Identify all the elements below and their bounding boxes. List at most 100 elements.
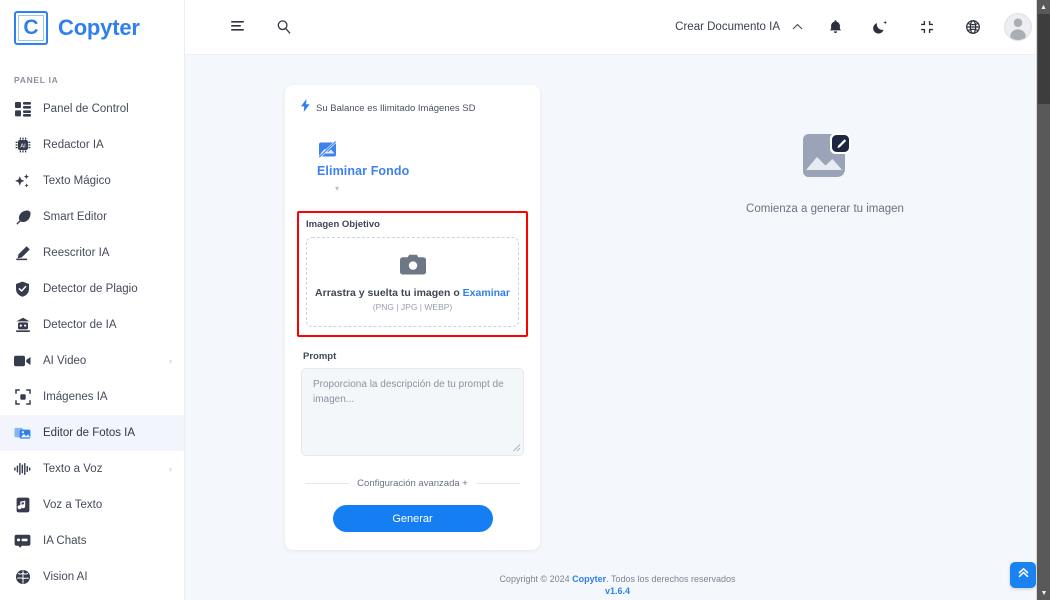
dropzone-main-text: Arrastra y suelta tu imagen o Examinar bbox=[315, 287, 510, 299]
sidebar-item-label: Vision AI bbox=[43, 571, 88, 583]
resize-handle-icon[interactable] bbox=[512, 443, 521, 454]
topbar: Crear Documento IA bbox=[185, 0, 1050, 55]
svg-text:AI: AI bbox=[20, 143, 26, 149]
sidebar-item-vision-ai[interactable]: Vision AI bbox=[0, 559, 184, 595]
sidebar-item-label: Texto a Voz bbox=[43, 463, 103, 475]
sidebar-section-label: PANEL IA bbox=[14, 75, 59, 85]
dashboard-icon bbox=[14, 101, 31, 118]
brand-logo[interactable]: C Copyter bbox=[0, 0, 184, 55]
chevron-right-icon: › bbox=[169, 463, 172, 474]
sidebar-item-label: Imágenes IA bbox=[43, 391, 108, 403]
sidebar-item-label: Detector de IA bbox=[43, 319, 117, 331]
version-label: v1.6.4 bbox=[604, 586, 631, 596]
sidebar-item-label: Texto Mágico bbox=[43, 175, 111, 187]
preview-placeholder-text: Comienza a generar tu imagen bbox=[746, 203, 904, 215]
remove-background-icon bbox=[317, 139, 338, 160]
image-dropzone[interactable]: Arrastra y suelta tu imagen o Examinar (… bbox=[306, 237, 519, 327]
copyright-text: Copyright © 2024 Copyter. Todos los dere… bbox=[185, 574, 1050, 584]
chevron-down-icon[interactable]: ▾ bbox=[317, 184, 524, 193]
sidebar-item-label: Detector de Plagio bbox=[43, 283, 138, 295]
balance-row: Su Balance es Ilimitado Imágenes SD bbox=[301, 99, 524, 117]
chevron-right-icon: › bbox=[169, 355, 172, 366]
content-inner: Su Balance es Ilimitado Imágenes SD Elim… bbox=[185, 55, 1050, 574]
preview-panel: Comienza a generar tu imagen bbox=[600, 85, 1050, 215]
camera-icon bbox=[315, 254, 510, 280]
photo-edit-icon bbox=[14, 425, 31, 442]
scrollbar-down-arrow[interactable]: ▼ bbox=[1037, 586, 1050, 600]
sidebar-item-label: AI Video bbox=[43, 355, 87, 367]
copyright-suffix: . Todos los derechos reservados bbox=[606, 574, 736, 584]
pencil-icon bbox=[14, 245, 31, 262]
bell-icon[interactable] bbox=[820, 12, 850, 42]
sidebar-item-reescritor-ia[interactable]: Reescritor IA bbox=[0, 235, 184, 271]
chat-icon bbox=[14, 533, 31, 550]
shield-check-icon bbox=[14, 281, 31, 298]
scrollbar-thumb[interactable] bbox=[1038, 14, 1050, 104]
create-document-button[interactable]: Crear Documento IA bbox=[675, 21, 780, 33]
menu-icon[interactable] bbox=[223, 12, 253, 42]
feather-icon bbox=[14, 209, 31, 226]
footer: Copyright © 2024 Copyter. Todos los dere… bbox=[185, 574, 1050, 600]
topbar-actions bbox=[820, 12, 1032, 42]
globe-icon[interactable] bbox=[958, 12, 988, 42]
search-icon[interactable] bbox=[269, 12, 299, 42]
waveform-icon bbox=[14, 461, 31, 478]
brain-icon bbox=[14, 569, 31, 586]
advanced-settings-label[interactable]: Configuración avanzada + bbox=[357, 478, 468, 489]
sidebar-item-voz-a-texto[interactable]: Voz a Texto bbox=[0, 487, 184, 523]
sidebar-item-texto-m-gico[interactable]: Texto Mágico bbox=[0, 163, 184, 199]
scroll-to-top-button[interactable] bbox=[1010, 562, 1036, 588]
sidebar-item-detector-de-plagio[interactable]: Detector de Plagio bbox=[0, 271, 184, 307]
bolt-icon bbox=[301, 99, 310, 117]
browse-link[interactable]: Examinar bbox=[463, 287, 510, 299]
audio-file-icon bbox=[14, 497, 31, 514]
user-avatar[interactable] bbox=[1004, 13, 1032, 41]
prompt-input[interactable]: Proporciona la descripción de tu prompt … bbox=[301, 368, 524, 456]
moon-icon[interactable] bbox=[866, 12, 896, 42]
advanced-settings-row[interactable]: Configuración avanzada + bbox=[305, 478, 520, 489]
sidebar: C Copyter PANEL IA Panel de Control AI Red… bbox=[0, 0, 185, 600]
sidebar-item-label: Editor de Fotos IA bbox=[43, 427, 136, 439]
divider-left bbox=[305, 483, 350, 484]
content-region: Su Balance es Ilimitado Imágenes SD Elim… bbox=[185, 55, 1050, 600]
sidebar-item-texto-a-voz[interactable]: Texto a Voz › bbox=[0, 451, 184, 487]
brand-mark-letter: C bbox=[23, 16, 39, 39]
sidebar-item-label: Voz a Texto bbox=[43, 499, 103, 511]
page-scrollbar[interactable]: ▲ ▼ bbox=[1036, 0, 1050, 600]
sidebar-item-ai-video[interactable]: AI Video › bbox=[0, 343, 184, 379]
chevron-double-up-icon bbox=[1017, 566, 1030, 584]
sidebar-nav: Panel de Control AI Redactor IA Texto Mágic… bbox=[0, 91, 184, 595]
sidebar-item-label: IA Chats bbox=[43, 535, 87, 547]
chip-ai-icon: AI bbox=[14, 137, 31, 154]
sidebar-item-label: Smart Editor bbox=[43, 211, 107, 223]
prompt-placeholder: Proporciona la descripción de tu prompt … bbox=[313, 379, 504, 405]
sidebar-item-label: Panel de Control bbox=[43, 103, 129, 115]
generate-button[interactable]: Generar bbox=[332, 505, 493, 532]
sidebar-item-ia-chats[interactable]: IA Chats bbox=[0, 523, 184, 559]
sparkles-icon bbox=[14, 173, 31, 190]
copyright-prefix: Copyright © 2024 bbox=[499, 574, 573, 584]
scrollbar-up-arrow[interactable]: ▲ bbox=[1037, 0, 1050, 14]
sidebar-item-panel-de-control[interactable]: Panel de Control bbox=[0, 91, 184, 127]
sidebar-item-im-genes-ia[interactable]: Imágenes IA bbox=[0, 379, 184, 415]
sidebar-item-redactor-ia[interactable]: AI Redactor IA bbox=[0, 127, 184, 163]
active-tool-block[interactable]: Eliminar Fondo ▾ bbox=[301, 139, 524, 193]
robot-icon bbox=[14, 317, 31, 334]
sidebar-item-detector-de-ia[interactable]: Detector de IA bbox=[0, 307, 184, 343]
sidebar-item-smart-editor[interactable]: Smart Editor bbox=[0, 199, 184, 235]
prompt-label: Prompt bbox=[303, 351, 337, 362]
tool-panel-card: Su Balance es Ilimitado Imágenes SD Elim… bbox=[285, 85, 540, 550]
target-image-label: Imagen Objetivo bbox=[306, 219, 380, 230]
compress-icon[interactable] bbox=[912, 12, 942, 42]
chevron-up-icon[interactable] bbox=[784, 14, 810, 40]
image-edit-placeholder-icon bbox=[797, 133, 853, 185]
divider-right bbox=[475, 483, 520, 484]
sidebar-item-editor-de-fotos-ia[interactable]: Editor de Fotos IA bbox=[0, 415, 184, 451]
main-area: Crear Documento IA Su Balance es Ilimita… bbox=[185, 0, 1050, 600]
dropzone-instruction: Arrastra y suelta tu imagen o bbox=[315, 287, 460, 299]
balance-text: Su Balance es Ilimitado Imágenes SD bbox=[316, 102, 476, 114]
dropzone-formats: (PNG | JPG | WEBP) bbox=[372, 302, 453, 312]
target-image-highlight: Imagen Objetivo Arrastra y suelta tu ima… bbox=[297, 211, 528, 337]
video-camera-icon bbox=[14, 353, 31, 370]
app-root: C Copyter PANEL IA Panel de Control AI Red… bbox=[0, 0, 1050, 600]
